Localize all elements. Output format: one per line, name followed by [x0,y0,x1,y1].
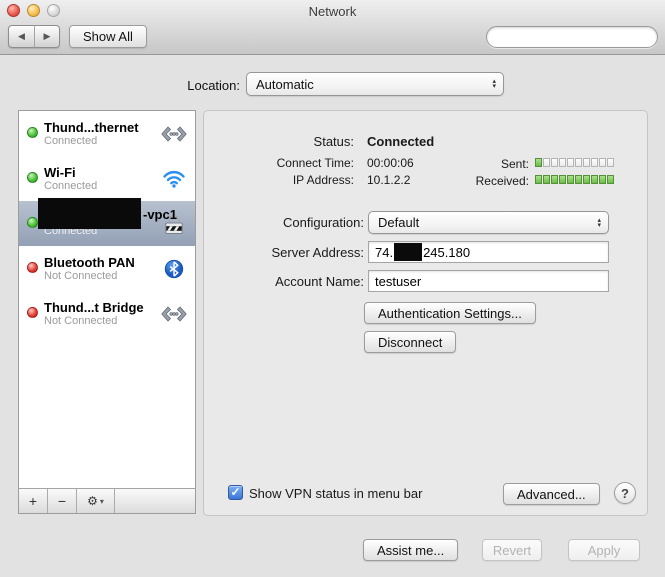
service-rows: Thund...thernet Connected Wi-Fi Connecte… [19,111,195,488]
meter-segment [559,175,566,184]
advanced-button[interactable]: Advanced... [503,483,600,505]
meter-segment [607,175,614,184]
forward-button[interactable]: ▶ [34,25,60,48]
title-bar: Network ◀ ▶ Show All [0,0,665,55]
back-button[interactable]: ◀ [8,25,34,48]
service-row-vpn[interactable]: -vpc1 Connected [19,201,195,246]
ethernet-icon [158,301,190,327]
service-name: -vpc1 [143,207,177,222]
received-label: Received: [379,174,529,188]
meter-segment [575,158,582,167]
apply-button[interactable]: Apply [568,539,640,561]
status-led [27,217,38,228]
forward-icon: ▶ [44,31,51,42]
vpn-detail-panel: Status: Connected Connect Time: 00:00:06… [203,110,648,516]
service-row-wifi[interactable]: Wi-Fi Connected [19,156,195,201]
status-led [27,172,38,183]
service-name: Thund...thernet [44,120,158,135]
revert-button[interactable]: Revert [482,539,542,561]
location-popup[interactable]: Automatic ▴▾ [246,72,504,96]
service-name: Thund...t Bridge [44,300,158,315]
checkmark-icon: ✓ [230,485,240,499]
meter-segment [575,175,582,184]
meter-segment [583,158,590,167]
search-input[interactable] [499,30,654,44]
meter-segment [567,158,574,167]
service-status: Connected [44,180,158,193]
meter-segment [599,175,606,184]
list-action-bar: + − ⚙▾ [19,488,195,513]
meter-segment [599,158,606,167]
ethernet-icon [158,121,190,147]
meter-segment [535,175,542,184]
meter-segment [551,158,558,167]
wifi-icon [158,166,190,192]
gear-icon: ⚙ [87,494,98,508]
service-status: Not Connected [44,315,158,328]
meter-segment [567,175,574,184]
sent-meter [535,158,614,167]
add-service-button[interactable]: + [19,489,48,513]
network-services-list: Thund...thernet Connected Wi-Fi Connecte… [18,110,196,514]
status-led [27,127,38,138]
meter-segment [591,158,598,167]
assist-button[interactable]: Assist me... [363,539,458,561]
redaction-box [38,198,141,229]
configuration-label: Configuration: [204,215,364,230]
status-value: Connected [367,134,434,149]
bluetooth-icon [158,256,190,282]
authentication-settings-button[interactable]: Authentication Settings... [364,302,536,324]
meter-segment [591,175,598,184]
service-row-bluetooth-pan[interactable]: Bluetooth PAN Not Connected [19,246,195,291]
action-gear-button[interactable]: ⚙▾ [77,489,115,513]
service-name: Wi-Fi [44,165,158,180]
location-popup-value: Automatic [256,77,314,92]
account-name-label: Account Name: [204,274,364,289]
popup-arrows-icon: ▴▾ [492,79,496,89]
meter-segment [551,175,558,184]
service-row-thunderbolt-ethernet[interactable]: Thund...thernet Connected [19,111,195,156]
service-name: Bluetooth PAN [44,255,158,270]
ip-address-label: IP Address: [204,173,354,187]
meter-segment [607,158,614,167]
status-label: Status: [204,134,354,149]
service-row-thunderbolt-bridge[interactable]: Thund...t Bridge Not Connected [19,291,195,336]
popup-arrows-icon: ▴▾ [597,218,601,228]
window-title: Network [0,4,665,19]
service-status: Connected [44,135,158,148]
meter-segment [559,158,566,167]
service-status: Not Connected [44,270,158,283]
show-all-button[interactable]: Show All [69,25,147,48]
disconnect-button[interactable]: Disconnect [364,331,456,353]
connect-time-label: Connect Time: [204,156,354,170]
meter-segment [535,158,542,167]
server-address-field[interactable]: 74.245.180 [368,241,609,263]
show-vpn-checkbox-label: Show VPN status in menu bar [249,486,422,501]
caret-down-icon: ▾ [100,497,104,506]
meter-segment [543,175,550,184]
status-led [27,262,38,273]
server-address-label: Server Address: [204,245,364,260]
configuration-popup[interactable]: Default ▴▾ [368,211,609,234]
back-icon: ◀ [18,31,25,42]
sent-label: Sent: [379,157,529,171]
help-button[interactable]: ? [614,482,636,504]
configuration-popup-value: Default [378,215,419,230]
meter-segment [543,158,550,167]
location-label: Location: [100,78,240,93]
show-vpn-checkbox[interactable]: ✓ [228,485,243,500]
meter-segment [583,175,590,184]
account-name-field[interactable]: testuser [368,270,609,292]
nav-buttons: ◀ ▶ [8,25,60,48]
redaction-box [394,243,422,261]
search-field[interactable] [486,26,658,48]
received-meter [535,175,614,184]
remove-service-button[interactable]: − [48,489,77,513]
status-led [27,307,38,318]
